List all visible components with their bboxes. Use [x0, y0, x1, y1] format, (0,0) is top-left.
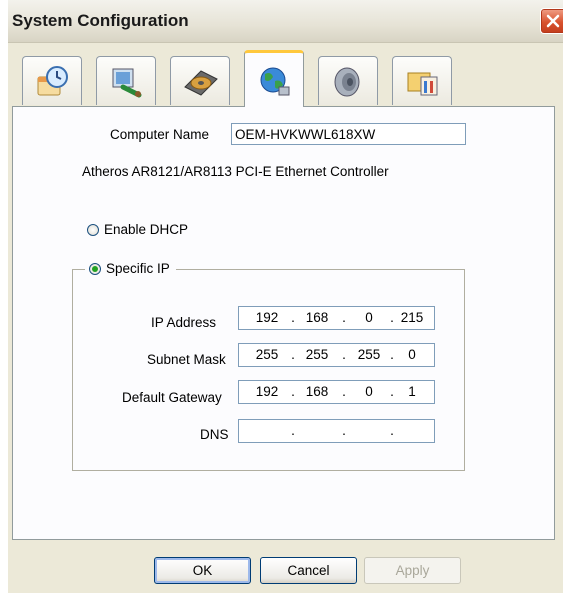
specific-ip-label: Specific IP: [106, 261, 170, 276]
dns-label: DNS: [200, 427, 229, 442]
ip-separator: .: [291, 347, 295, 362]
apply-button[interactable]: Apply: [364, 557, 461, 584]
specific-ip-radio[interactable]: Specific IP: [85, 261, 176, 276]
specific-ip-radio-button[interactable]: [89, 262, 101, 275]
tab-sound[interactable]: [318, 56, 378, 105]
computer-name-input[interactable]: [231, 123, 466, 145]
enable-dhcp-radio-button[interactable]: [87, 223, 99, 236]
network-settings-panel: Computer Name Atheros AR8121/AR8113 PCI-…: [12, 106, 555, 540]
ip-octet: 1: [408, 384, 416, 399]
speaker-icon: [334, 67, 360, 97]
window-title: System Configuration: [12, 11, 189, 30]
dns-field[interactable]: . . .: [238, 419, 435, 443]
ip-separator: .: [291, 310, 295, 325]
ip-octet: 192: [255, 310, 279, 325]
tab-advanced[interactable]: [392, 56, 452, 105]
enable-dhcp-radio[interactable]: Enable DHCP: [87, 222, 188, 237]
tab-storage[interactable]: [170, 56, 230, 105]
default-gateway-field[interactable]: 192 . 168 . 0 . 1: [238, 380, 435, 404]
tab-network[interactable]: [244, 50, 304, 107]
ok-button[interactable]: OK: [154, 557, 251, 584]
ip-octet: 255: [357, 347, 381, 362]
ip-separator: .: [291, 384, 295, 399]
ip-octet: 0: [408, 347, 416, 362]
tab-date-time[interactable]: [22, 56, 82, 105]
network-adapter-name: Atheros AR8121/AR8113 PCI-E Ethernet Con…: [82, 164, 389, 179]
display-settings-icon: [112, 68, 142, 98]
ip-octet: 255: [305, 347, 329, 362]
default-gateway-label: Default Gateway: [122, 390, 222, 405]
ip-address-label: IP Address: [151, 315, 217, 330]
network-globe-icon: [260, 67, 290, 96]
clock-calendar-icon: [37, 66, 68, 96]
system-configuration-dialog: System Configuration Computer Name OEM-H…: [8, 0, 563, 593]
ip-separator: .: [390, 423, 394, 438]
ip-separator: .: [342, 384, 346, 399]
folder-tools-icon: [407, 72, 438, 96]
ip-address-field[interactable]: 192 . 168 . 0 . 215: [238, 306, 435, 330]
ip-octet: 215: [400, 310, 424, 325]
title-bar[interactable]: System Configuration: [8, 0, 563, 43]
tab-strip: [8, 50, 563, 107]
ip-separator: .: [342, 310, 346, 325]
hard-disk-icon: [184, 70, 218, 96]
ip-separator: .: [342, 347, 346, 362]
cancel-button[interactable]: Cancel: [260, 557, 357, 584]
ip-separator: .: [342, 423, 346, 438]
subnet-mask-field[interactable]: 255 . 255 . 255 . 0: [238, 343, 435, 367]
close-button[interactable]: [540, 8, 563, 34]
computer-name-label: Computer Name: [110, 127, 210, 142]
enable-dhcp-label: Enable DHCP: [104, 222, 189, 237]
ip-octet: 192: [255, 384, 279, 399]
ip-octet: 0: [365, 384, 373, 399]
ip-separator: .: [291, 423, 295, 438]
ip-octet: 168: [305, 384, 329, 399]
tab-display[interactable]: [96, 56, 156, 105]
close-icon: [546, 14, 560, 28]
subnet-mask-label: Subnet Mask: [147, 352, 226, 367]
ip-octet: 255: [255, 347, 279, 362]
ip-octet: 0: [365, 310, 373, 325]
ip-octet: 168: [305, 310, 329, 325]
